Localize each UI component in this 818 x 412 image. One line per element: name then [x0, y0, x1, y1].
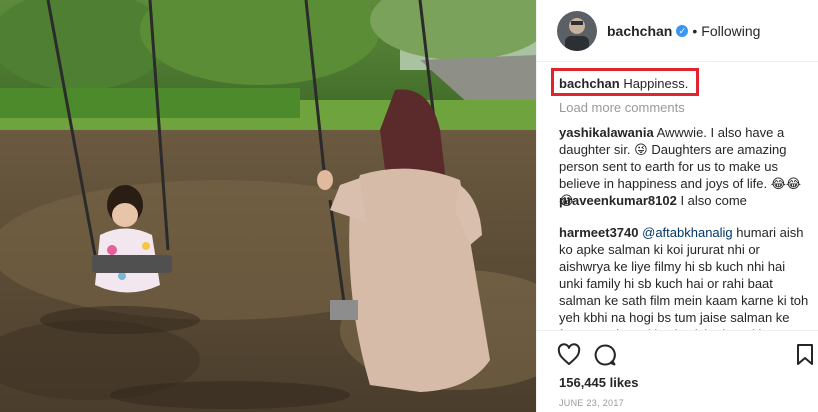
comment-username[interactable]: harmeet3740 — [559, 225, 639, 240]
comment-bubble-icon[interactable] — [593, 343, 617, 372]
avatar-image — [557, 10, 597, 51]
verified-badge-icon: ✓ — [676, 24, 689, 37]
caption-username[interactable]: bachchan — [559, 76, 620, 91]
likes-count[interactable]: 156,445 likes — [559, 375, 639, 390]
post-date[interactable]: JUNE 23, 2017 — [559, 398, 624, 408]
post-photo[interactable] — [0, 0, 536, 412]
instagram-post: bachchan ✓ • Following bachchan Happines… — [0, 0, 818, 412]
comment-username[interactable]: praveenkumar8102 — [559, 193, 677, 208]
caption: bachchan Happiness. — [559, 76, 688, 91]
post-header: bachchan ✓ • Following — [537, 0, 818, 62]
following-button[interactable]: Following — [701, 23, 760, 39]
caption-text: Happiness. — [623, 76, 689, 91]
comment-username[interactable]: yashikalawania — [559, 125, 654, 140]
post-side-panel: bachchan ✓ • Following bachchan Happines… — [536, 0, 818, 412]
comment-text: I also come — [680, 193, 747, 208]
header-username[interactable]: bachchan — [607, 23, 672, 39]
avatar[interactable] — [557, 10, 597, 51]
comment-text: humari aish ko apke salman ki koi jurura… — [559, 225, 809, 330]
load-more-comments-link[interactable]: Load more comments — [559, 100, 685, 115]
photo-illustration — [0, 0, 536, 412]
comment-item: harmeet3740 @aftabkhanalig humari aish k… — [559, 224, 811, 330]
comment-item: praveenkumar8102 I also come — [559, 192, 811, 209]
bookmark-icon[interactable] — [795, 343, 815, 372]
like-heart-icon[interactable] — [557, 343, 581, 372]
comments-area: bachchan Happiness. Load more comments y… — [537, 62, 818, 330]
header-separator: • — [692, 22, 698, 39]
comment-mention-link[interactable]: @aftabkhanalig — [642, 225, 733, 240]
post-actions: 156,445 likes JUNE 23, 2017 — [537, 330, 818, 412]
